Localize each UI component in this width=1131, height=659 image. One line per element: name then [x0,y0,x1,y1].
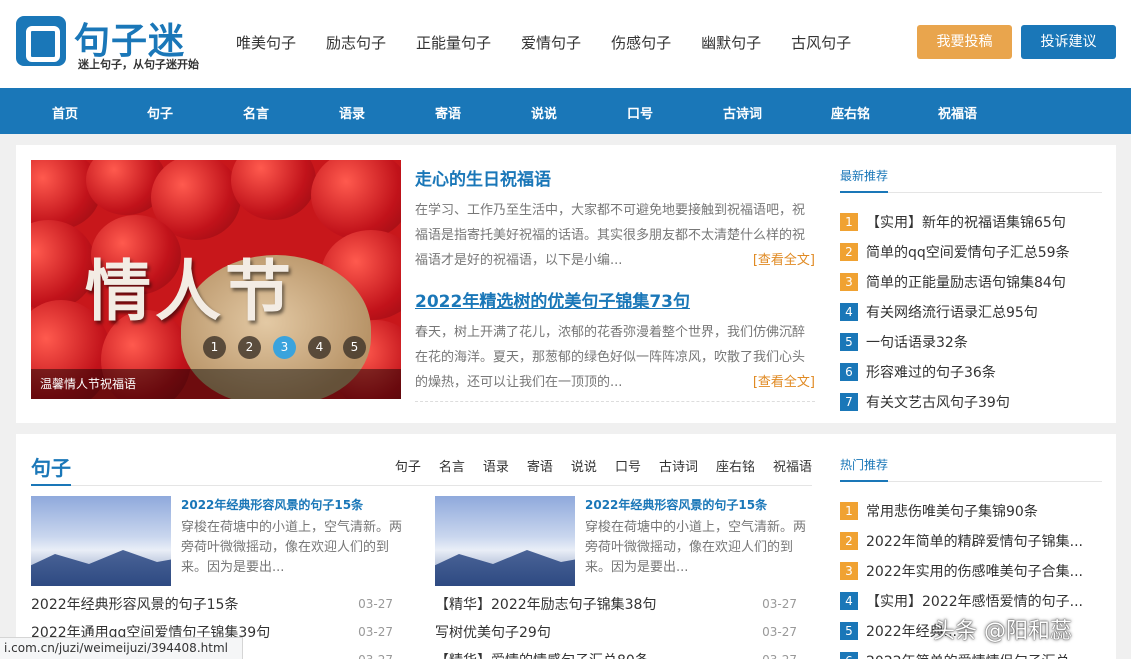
section-tab[interactable]: 句子 [395,456,421,475]
list-item[interactable]: 【精华】2022年励志句子锦集38句 03-27 [435,590,797,618]
main-nav-item[interactable]: 祝福语 [938,103,977,122]
logo-icon [16,16,66,66]
featured-article: 走心的生日祝福语 在学习、工作乃至生活中，大家都不可避免地要接触到祝福语吧，祝福… [415,165,815,273]
divider [415,401,815,402]
featured-panel: 情人节 1 2 3 4 5 温馨情人节祝福语 走心的生日祝福语 在学习、工作乃至… [16,145,1116,423]
slider-dots: 1 2 3 4 5 [203,336,378,359]
main-nav-item[interactable]: 句子 [147,103,173,122]
article-card[interactable]: 2022年经典形容风景的句子15条 穿梭在荷塘中的小道上，空气清新。两旁荷叶微微… [31,496,402,586]
list-item[interactable]: 2 简单的qq空间爱情句子汇总59条 [840,237,1102,267]
list-item[interactable]: 2 2022年简单的精辟爱情句子锦集... [840,526,1102,556]
site-header: 句子迷 迷上句子，从句子迷开始 唯美句子 励志句子 正能量句子 爱情句子 伤感句… [0,0,1131,88]
section-tab[interactable]: 座右铭 [716,456,755,475]
card-title[interactable]: 2022年经典形容风景的句子15条 [585,496,767,513]
section-tab[interactable]: 寄语 [527,456,553,475]
section-tabs: 句子 名言 语录 寄语 说说 口号 古诗词 座右铭 祝福语 [377,456,812,475]
section-tab[interactable]: 古诗词 [659,456,698,475]
list-item[interactable]: 3 简单的正能量励志语句锦集84句 [840,267,1102,297]
section-header: 句子 句子 名言 语录 寄语 说说 口号 古诗词 座右铭 祝福语 [31,450,812,486]
card-summary: 穿梭在荷塘中的小道上，空气清新。两旁荷叶微微摇动，像在欢迎人们的到来。因为是要出… [181,520,403,575]
complain-button[interactable]: 投诉建议 [1021,25,1116,59]
slider-dot[interactable]: 4 [308,336,331,359]
slider-dot-active[interactable]: 3 [273,336,296,359]
read-more-link[interactable]: [查看全文] [750,248,815,273]
status-bar-url: i.com.cn/juzi/weimeijuzi/394408.html [0,637,243,659]
top-nav-item[interactable]: 正能量句子 [416,32,491,53]
top-nav-item[interactable]: 励志句子 [326,32,386,53]
article-card[interactable]: 2022年经典形容风景的句子15条 穿梭在荷塘中的小道上，空气清新。两旁荷叶微微… [435,496,806,586]
article-summary: 春天，树上开满了花儿，浓郁的花香弥漫着整个世界，我们仿佛沉醉在花的海洋。夏天，那… [415,320,815,395]
main-nav-item[interactable]: 古诗词 [723,103,762,122]
article-title[interactable]: 走心的生日祝福语 [415,165,815,190]
read-more-link[interactable]: [查看全文] [750,370,815,395]
top-nav-item[interactable]: 伤感句子 [611,32,671,53]
section-tab[interactable]: 口号 [615,456,641,475]
card-summary: 穿梭在荷塘中的小道上，空气清新。两旁荷叶微微摇动，像在欢迎人们的到来。因为是要出… [585,520,807,575]
latest-title: 最新推荐 [840,167,1102,193]
section-tab[interactable]: 语录 [483,456,509,475]
list-item[interactable]: 7 有关文艺古风句子39句 [840,387,1102,417]
main-nav-item[interactable]: 名言 [243,103,269,122]
main-nav-item[interactable]: 首页 [52,103,78,122]
slider-dot[interactable]: 1 [203,336,226,359]
list-item[interactable]: 1 【实用】新年的祝福语集锦65句 [840,207,1102,237]
image-slider[interactable]: 情人节 1 2 3 4 5 温馨情人节祝福语 [31,160,401,399]
section-tab[interactable]: 名言 [439,456,465,475]
list-item[interactable]: 【精华】爱情的情感句子汇总80条03-27 [435,646,797,659]
list-item[interactable]: 2022年经典形容风景的句子15条 03-27 [31,590,393,618]
main-nav-item[interactable]: 语录 [339,103,365,122]
article-summary: 在学习、工作乃至生活中，大家都不可避免地要接触到祝福语吧，祝福语是指寄托美好祝福… [415,198,815,273]
logo-slogan: 迷上句子，从句子迷开始 [78,58,199,71]
watermark: 头条 @阳和蕊 [933,619,1072,644]
list-item[interactable]: 1 常用悲伤唯美句子集锦90条 [840,496,1102,526]
hot-title: 热门推荐 [840,456,1102,482]
featured-article: 2022年精选树的优美句子锦集73句 春天，树上开满了花儿，浓郁的花香弥漫着整个… [415,287,815,395]
section-tab[interactable]: 祝福语 [773,456,812,475]
landscape-thumbnail [435,496,575,586]
list-item[interactable]: 3 2022年实用的伤感唯美句子合集... [840,556,1102,586]
section-tab[interactable]: 说说 [571,456,597,475]
top-nav-item[interactable]: 唯美句子 [236,32,296,53]
site-logo[interactable]: 句子迷 迷上句子，从句子迷开始 [16,14,199,74]
main-nav-item[interactable]: 寄语 [435,103,461,122]
top-nav: 唯美句子 励志句子 正能量句子 爱情句子 伤感句子 幽默句子 古风句子 [236,32,881,53]
landscape-thumbnail [31,496,171,586]
list-item[interactable]: 写树优美句子29句 03-27 [435,618,797,646]
list-item[interactable]: 62022年简单的爱情情侣句子汇总... [840,646,1102,659]
top-nav-item[interactable]: 幽默句子 [701,32,761,53]
list-item[interactable]: 4 有关网络流行语录汇总95句 [840,297,1102,327]
main-nav-item[interactable]: 口号 [627,103,653,122]
top-nav-item[interactable]: 古风句子 [791,32,851,53]
article-title[interactable]: 2022年精选树的优美句子锦集73句 [415,287,815,312]
slider-dot[interactable]: 2 [238,336,261,359]
slider-image-text: 情人节 [85,253,295,330]
main-nav-item[interactable]: 座右铭 [831,103,870,122]
top-nav-item[interactable]: 爱情句子 [521,32,581,53]
list-item[interactable]: 6 形容难过的句子36条 [840,357,1102,387]
latest-list: 最新推荐 1 【实用】新年的祝福语集锦65句 2 简单的qq空间爱情句子汇总59条 … [840,167,1102,417]
list-item[interactable]: 5 一句话语录32条 [840,327,1102,357]
slider-dot[interactable]: 5 [343,336,366,359]
main-nav-item[interactable]: 说说 [531,103,557,122]
article-list-right: 【精华】2022年励志句子锦集38句03-27 写树优美句子29句03-27 【… [435,590,797,659]
submit-button[interactable]: 我要投稿 [917,25,1012,59]
slider-caption[interactable]: 温馨情人节祝福语 [31,369,401,399]
list-item[interactable]: 4 【实用】2022年感悟爱情的句子... [840,586,1102,616]
card-title[interactable]: 2022年经典形容风景的句子15条 [181,496,363,513]
section-title[interactable]: 句子 [31,452,71,481]
main-nav: 首页 句子 名言 语录 寄语 说说 口号 古诗词 座右铭 祝福语 [0,88,1131,134]
